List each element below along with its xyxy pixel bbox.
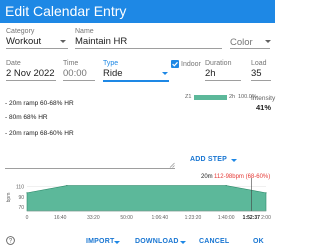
add-step-button[interactable]: ADD STEP	[190, 156, 227, 163]
type-select[interactable]: Ride	[103, 68, 123, 79]
time-label: Time	[63, 60, 79, 67]
duration-label: Duration	[205, 60, 232, 67]
chart-ytick-2: 110	[16, 184, 24, 190]
ok-button[interactable]: OK	[253, 238, 264, 245]
description-underline	[5, 168, 175, 169]
chart-point-0-1	[66, 184, 68, 187]
chart-xtick-2: 33:20	[87, 215, 100, 221]
chart-xtick-3: 50:00	[120, 215, 133, 221]
date-label: Date	[6, 60, 21, 67]
load-underline	[251, 80, 271, 81]
zone-time: 2h	[229, 94, 236, 100]
category-dropdown-icon[interactable]	[60, 40, 66, 43]
description-line-1[interactable]: - 20m ramp 60-68% HR	[5, 100, 74, 107]
color-select[interactable]: Color	[230, 37, 253, 48]
import-button[interactable]: IMPORT	[86, 238, 114, 245]
import-dropdown-icon[interactable]	[114, 241, 120, 244]
indoor-checkbox-icon[interactable]	[171, 60, 179, 68]
date-input[interactable]: 2 Nov 2022	[6, 68, 55, 79]
name-label: Name	[75, 28, 94, 35]
chart-annotation-text: 112-98bpm (68-60%)	[214, 174, 270, 180]
duration-input[interactable]: 2h	[205, 68, 216, 79]
chart-xtick-1: 16:40	[54, 215, 67, 221]
description-line-2[interactable]: - 80m 68% HR	[5, 114, 48, 121]
chart-point-0-3	[265, 192, 267, 194]
duration-underline	[205, 80, 241, 81]
download-dropdown-icon[interactable]	[180, 241, 186, 244]
name-input[interactable]: Maintain HR	[75, 36, 127, 47]
intensity-value: 41%	[256, 103, 272, 112]
chart-annotation-duration: 20m	[201, 174, 213, 180]
chart-xtick-7: 1:52:37	[243, 215, 260, 221]
load-label: Load	[251, 60, 267, 67]
date-underline	[6, 80, 56, 81]
download-button[interactable]: DOWNLOAD	[135, 238, 179, 245]
color-dropdown-icon[interactable]	[265, 40, 271, 43]
chart-xtick-5: 1:23:20	[185, 215, 202, 221]
time-input[interactable]: 00:00	[63, 68, 87, 79]
chart-series-0	[26, 185, 267, 212]
category-value[interactable]: Workout	[6, 36, 41, 47]
dialog-title-bar: Edit Calendar Entry	[0, 0, 275, 23]
chart-point-0-2	[225, 184, 227, 187]
help-circle-icon[interactable]: ?	[6, 236, 15, 245]
intensity-label: Intensity	[251, 95, 276, 102]
time-underline	[63, 80, 95, 81]
indoor-label: Indoor	[181, 61, 201, 68]
chart-point-0-0	[26, 192, 28, 194]
chart-xtick-4: 1:06:40	[151, 215, 168, 221]
color-underline	[230, 48, 270, 49]
zone-bar-fill	[194, 95, 227, 100]
chart-ytick-1: 90	[18, 195, 24, 201]
type-label: Type	[103, 60, 119, 67]
chart-xtick-0: 0	[26, 215, 29, 221]
cancel-button[interactable]: CANCEL	[199, 238, 229, 245]
chart-ytick-0: 70	[18, 205, 24, 211]
resize-handle-icon[interactable]	[169, 162, 175, 168]
chart-xtick-6: 1:40:00	[218, 215, 235, 221]
chart-ylabel: bpm	[6, 193, 12, 203]
zone-label: Z1	[185, 94, 192, 100]
workout-chart[interactable]: 70 90 110 bpm 0 16:40 33:20 50:00 1:06:40 1:23:20…	[0, 170, 275, 224]
load-input[interactable]: 35	[251, 68, 262, 79]
dialog-title: Edit Calendar Entry	[5, 3, 127, 19]
zone-bar-track	[194, 95, 227, 100]
category-underline	[6, 48, 68, 49]
chart-xtick-8: 2:00	[261, 215, 271, 221]
type-underline	[103, 80, 169, 82]
type-dropdown-icon[interactable]	[162, 72, 168, 75]
add-step-dropdown-icon[interactable]	[231, 159, 237, 162]
name-underline	[75, 48, 222, 49]
description-line-3[interactable]: - 20m ramp 68-60% HR	[5, 130, 74, 137]
category-label: Category	[6, 28, 35, 35]
